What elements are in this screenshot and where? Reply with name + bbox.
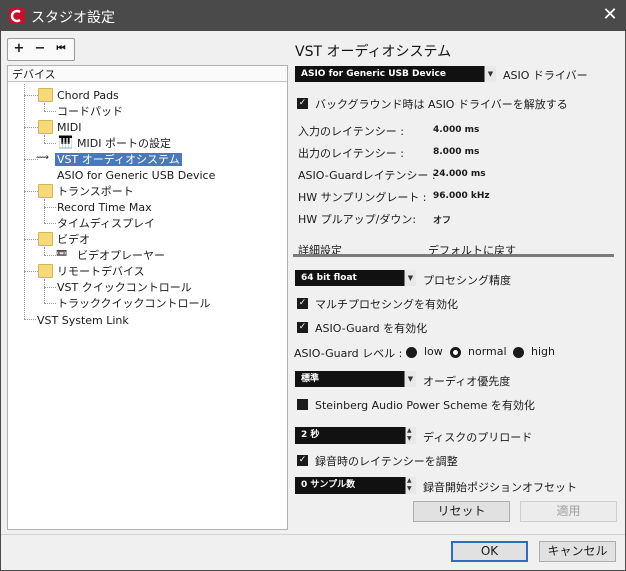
record-offset-label: 録音開始ポジションオフセット bbox=[423, 481, 577, 494]
settings-panel: VST オーディオシステム ASIO for Generic USB Devic… bbox=[293, 37, 621, 531]
tree-item-vst-audio-system[interactable]: VST オーディオシステム bbox=[55, 152, 182, 167]
output-latency-label: 出力のレイテンシー : bbox=[298, 147, 404, 160]
power-scheme-checkbox[interactable] bbox=[297, 399, 308, 410]
arrow-up-icon[interactable]: ▲ bbox=[407, 427, 412, 435]
tree-item-midi[interactable]: MIDI bbox=[57, 120, 81, 135]
hw-sample-rate-label: HW サンプリングレート : bbox=[298, 191, 427, 204]
folder-icon bbox=[38, 88, 53, 102]
tree-item-chord-pads[interactable]: Chord Pads bbox=[57, 88, 119, 103]
tree-item-time-display[interactable]: タイムディスプレイ bbox=[57, 216, 155, 231]
folder-icon bbox=[38, 120, 53, 134]
close-icon[interactable]: ✕ bbox=[599, 4, 621, 26]
reset-button[interactable]: リセット bbox=[413, 501, 510, 522]
multiprocessing-checkbox[interactable]: ✓ bbox=[297, 298, 308, 309]
audio-system-icon: ⟿ bbox=[36, 153, 49, 163]
power-scheme-label: Steinberg Audio Power Scheme を有効化 bbox=[315, 399, 535, 412]
hw-sample-rate-value: 96.000 kHz bbox=[433, 191, 490, 201]
apply-button[interactable]: 適用 bbox=[520, 501, 617, 522]
tree-item-vst-quick-controls[interactable]: VST クイックコントロール bbox=[57, 280, 192, 295]
audio-priority-select[interactable]: 標準 ▼ bbox=[295, 371, 416, 387]
tree-item-transport[interactable]: トランスポート bbox=[57, 184, 134, 199]
tree-item-midi-ports[interactable]: MIDI ポートの設定 bbox=[77, 136, 171, 151]
processing-precision-label: プロセシング精度 bbox=[423, 274, 511, 287]
adjust-latency-label: 録音時のレイテンシーを調整 bbox=[315, 455, 458, 468]
reset-device-button[interactable]: ⏮ bbox=[51, 39, 71, 60]
asio-driver-select[interactable]: ASIO for Generic USB Device ▼ bbox=[295, 66, 496, 82]
release-driver-label: バックグラウンド時は ASIO ドライバーを解放する bbox=[315, 98, 568, 111]
device-tree-header: デバイス bbox=[8, 66, 287, 82]
level-normal-radio[interactable] bbox=[450, 347, 461, 358]
folder-icon bbox=[38, 232, 53, 246]
tree-item-video[interactable]: ビデオ bbox=[57, 232, 90, 247]
hw-pullupdown-label: HW プルアップ/ダウン: bbox=[298, 213, 417, 226]
asioguard-latency-label: ASIO-Guardレイテンシー : bbox=[298, 169, 436, 182]
arrow-down-icon[interactable]: ▼ bbox=[407, 485, 412, 493]
device-tree: デバイス Chord Pads コードパッド MIDI 🎹 MIDI ポートの設… bbox=[7, 65, 288, 530]
asioguard-checkbox[interactable]: ✓ bbox=[297, 322, 308, 333]
level-low-radio[interactable] bbox=[406, 347, 417, 358]
chevron-down-icon: ▼ bbox=[484, 66, 496, 82]
output-latency-value: 8.000 ms bbox=[433, 147, 480, 157]
folder-icon bbox=[38, 184, 53, 198]
adjust-latency-checkbox[interactable]: ✓ bbox=[297, 455, 308, 466]
ok-button[interactable]: OK bbox=[451, 541, 528, 562]
chevron-down-icon: ▼ bbox=[404, 371, 416, 387]
asioguard-level-label: ASIO-Guard レベル : bbox=[294, 347, 403, 360]
record-offset-stepper[interactable]: 0 サンプル数 ▲ ▼ bbox=[295, 477, 416, 494]
asio-driver-label: ASIO ドライバー bbox=[503, 69, 588, 82]
cubase-logo-icon bbox=[9, 8, 25, 24]
processing-precision-select[interactable]: 64 bit float ▼ bbox=[295, 270, 416, 286]
add-device-button[interactable]: + bbox=[9, 39, 29, 60]
tree-item-video-player[interactable]: ビデオプレーヤー bbox=[77, 248, 165, 263]
footer-divider bbox=[1, 534, 625, 535]
cancel-button[interactable]: キャンセル bbox=[539, 541, 616, 562]
multiprocessing-label: マルチプロセシングを有効化 bbox=[315, 298, 458, 311]
disk-preload-label: ディスクのプリロード bbox=[423, 431, 533, 444]
arrow-up-icon[interactable]: ▲ bbox=[407, 477, 412, 485]
tab-divider bbox=[293, 254, 614, 257]
tree-item-track-quick-controls[interactable]: トラッククイックコントロール bbox=[57, 296, 211, 311]
panel-title: VST オーディオシステム bbox=[295, 44, 452, 60]
remove-device-button[interactable]: − bbox=[30, 39, 50, 60]
level-low-label: low bbox=[424, 345, 443, 358]
folder-icon bbox=[38, 264, 53, 278]
tree-item-remote-devices[interactable]: リモートデバイス bbox=[57, 264, 145, 279]
level-high-label: high bbox=[531, 345, 555, 358]
disk-preload-stepper[interactable]: 2 秒 ▲ ▼ bbox=[295, 427, 416, 444]
audio-priority-label: オーディオ優先度 bbox=[423, 375, 511, 388]
video-player-icon: 📼 bbox=[56, 249, 68, 259]
level-normal-label: normal bbox=[468, 345, 507, 358]
level-high-radio[interactable] bbox=[513, 347, 524, 358]
input-latency-label: 入力のレイテンシー : bbox=[298, 125, 404, 138]
tree-item-record-time-max[interactable]: Record Time Max bbox=[57, 200, 152, 215]
asioguard-label: ASIO-Guard を有効化 bbox=[315, 322, 428, 335]
midi-port-icon: 🎹 bbox=[58, 135, 73, 149]
tree-item-asio-device[interactable]: ASIO for Generic USB Device bbox=[57, 168, 215, 183]
tree-item-vst-system-link[interactable]: VST System Link bbox=[37, 313, 129, 328]
asioguard-latency-value: 24.000 ms bbox=[433, 169, 486, 179]
hw-pullupdown-value: オフ bbox=[433, 216, 452, 226]
input-latency-value: 4.000 ms bbox=[433, 125, 480, 135]
chevron-down-icon: ▼ bbox=[404, 270, 416, 286]
tree-toolbar: + − ⏮ bbox=[7, 38, 75, 61]
tree-item-chord-pads-sub[interactable]: コードパッド bbox=[57, 104, 123, 119]
arrow-down-icon[interactable]: ▼ bbox=[407, 435, 412, 443]
studio-settings-window: スタジオ設定 ✕ + − ⏮ デバイス Chord Pads コードパッド MI… bbox=[0, 0, 626, 571]
title-bar: スタジオ設定 ✕ bbox=[1, 1, 625, 31]
window-title: スタジオ設定 bbox=[31, 10, 115, 26]
release-driver-checkbox[interactable]: ✓ bbox=[297, 98, 308, 109]
